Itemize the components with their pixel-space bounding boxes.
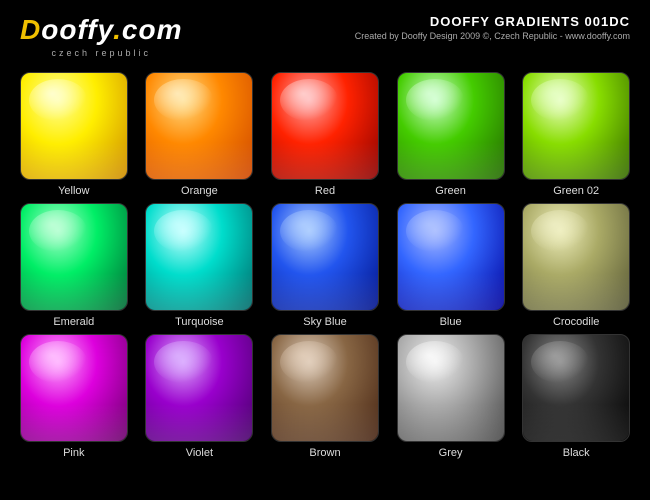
- swatch-skyblue: [271, 203, 379, 311]
- swatch-label-turquoise: Turquoise: [175, 316, 224, 328]
- swatch-label-green02: Green 02: [553, 185, 599, 197]
- swatches-grid: Yellow Orange Red Green Green 02 Emerald Turqu…: [0, 66, 650, 469]
- swatch-cell-pink[interactable]: Pink: [14, 334, 134, 459]
- swatch-label-green: Green: [435, 185, 466, 197]
- header: Dooffy.com czech republic DOOFFY GRADIEN…: [0, 0, 650, 66]
- swatch-cell-crocodile[interactable]: Crocodile: [516, 203, 636, 328]
- title-area: DOOFFY GRADIENTS 001DC Created by Dooffy…: [355, 14, 630, 41]
- page-title: DOOFFY GRADIENTS 001DC: [355, 14, 630, 29]
- swatch-label-skyblue: Sky Blue: [303, 316, 346, 328]
- swatch-emerald: [20, 203, 128, 311]
- swatch-cell-violet[interactable]: Violet: [140, 334, 260, 459]
- logo-area: Dooffy.com czech republic: [20, 14, 182, 58]
- swatch-label-crocodile: Crocodile: [553, 316, 599, 328]
- swatch-cell-grey[interactable]: Grey: [391, 334, 511, 459]
- swatch-turquoise: [145, 203, 253, 311]
- swatch-blue: [397, 203, 505, 311]
- swatch-cell-black[interactable]: Black: [516, 334, 636, 459]
- swatch-pink: [20, 334, 128, 442]
- swatch-cell-skyblue[interactable]: Sky Blue: [265, 203, 385, 328]
- swatch-label-brown: Brown: [309, 447, 340, 459]
- swatch-red: [271, 72, 379, 180]
- swatch-label-yellow: Yellow: [58, 185, 89, 197]
- swatch-black: [522, 334, 630, 442]
- swatch-label-pink: Pink: [63, 447, 84, 459]
- swatch-crocodile: [522, 203, 630, 311]
- swatch-label-blue: Blue: [440, 316, 462, 328]
- swatch-label-orange: Orange: [181, 185, 218, 197]
- swatch-cell-brown[interactable]: Brown: [265, 334, 385, 459]
- swatch-orange: [145, 72, 253, 180]
- page-subtitle: Created by Dooffy Design 2009 ©, Czech R…: [355, 31, 630, 41]
- swatch-green02: [522, 72, 630, 180]
- swatch-cell-orange[interactable]: Orange: [140, 72, 260, 197]
- swatch-cell-yellow[interactable]: Yellow: [14, 72, 134, 197]
- swatch-cell-green[interactable]: Green: [391, 72, 511, 197]
- swatch-label-emerald: Emerald: [53, 316, 94, 328]
- swatch-cell-turquoise[interactable]: Turquoise: [140, 203, 260, 328]
- swatch-cell-blue[interactable]: Blue: [391, 203, 511, 328]
- swatch-label-red: Red: [315, 185, 335, 197]
- swatch-cell-green02[interactable]: Green 02: [516, 72, 636, 197]
- swatch-green: [397, 72, 505, 180]
- swatch-cell-emerald[interactable]: Emerald: [14, 203, 134, 328]
- logo: Dooffy.com: [20, 14, 182, 46]
- swatch-cell-red[interactable]: Red: [265, 72, 385, 197]
- logo-subtitle: czech republic: [20, 48, 182, 58]
- swatch-brown: [271, 334, 379, 442]
- swatch-violet: [145, 334, 253, 442]
- swatch-label-grey: Grey: [439, 447, 463, 459]
- swatch-label-black: Black: [563, 447, 590, 459]
- swatch-grey: [397, 334, 505, 442]
- page: Dooffy.com czech republic DOOFFY GRADIEN…: [0, 0, 650, 469]
- swatch-yellow: [20, 72, 128, 180]
- swatch-label-violet: Violet: [186, 447, 213, 459]
